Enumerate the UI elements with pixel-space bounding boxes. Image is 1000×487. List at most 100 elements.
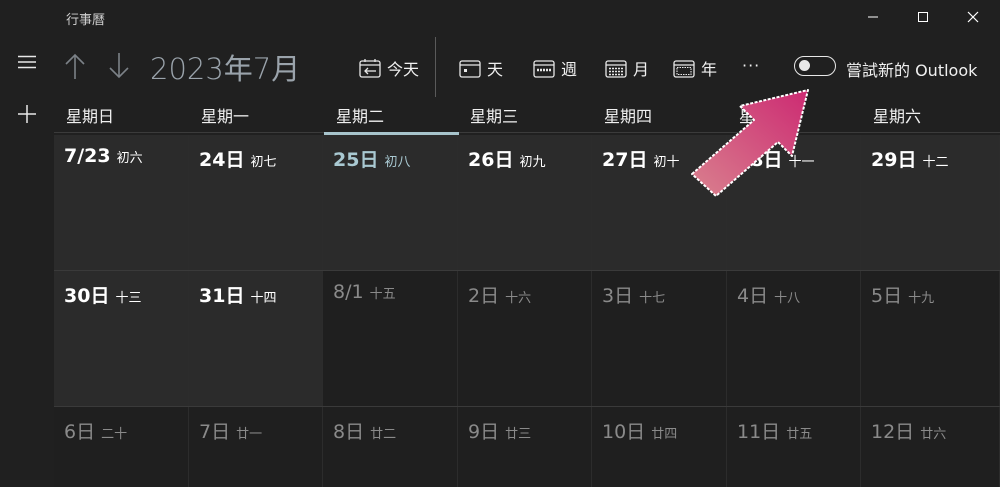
today-button[interactable]: 今天 [359,54,419,82]
month-view-label: 月 [633,60,650,79]
calendar-year-icon [673,60,695,78]
toggle-knob [799,60,810,71]
day-cell[interactable]: 29日 十二 [861,135,1000,270]
day-cell[interactable]: 6日 二十 [54,407,189,487]
left-rail [0,36,54,487]
day-cell[interactable]: 11日 廿五 [727,407,861,487]
today-label: 今天 [387,60,420,79]
toolbar-divider [435,37,436,97]
weekday-sun: 星期日 [66,107,115,126]
add-event-button[interactable] [0,90,54,138]
lunar-date: 初八 [384,155,411,170]
lunar-date: 十二 [922,155,949,170]
lunar-date: 初九 [519,155,546,170]
lunar-date: 二十 [101,427,128,442]
day-cell[interactable]: 24日 初七 [189,135,323,270]
day-date: 3日 [602,285,634,307]
day-cell[interactable]: 4日 十八 [727,271,861,406]
year-view-button[interactable]: 年 [673,54,717,82]
day-cell-today[interactable]: 25日 初八 [323,135,458,270]
day-date: 31日 [199,285,245,307]
day-cell[interactable]: 30日 十三 [54,271,189,406]
lunar-date: 初六 [116,151,143,166]
day-cell[interactable]: 7/23 初六 [54,135,189,270]
menu-button[interactable] [0,38,54,86]
day-cell[interactable]: 7日 廿一 [189,407,323,487]
day-cell[interactable]: 10日 廿四 [592,407,727,487]
week-view-button[interactable]: 週 [533,54,577,82]
maximize-icon [918,12,928,22]
lunar-date: 廿一 [236,427,263,442]
week-row: 7/23 初六 24日 初七 25日 初八 26日 初九 27日 初十 28日 十一 29日… [54,135,1000,270]
year-view-label: 年 [701,60,718,79]
weekday-thu: 星期四 [604,107,653,126]
new-outlook-label: 嘗試新的 Outlook [846,61,978,80]
weekday-tue: 星期二 [336,107,385,126]
day-cell[interactable]: 9日 廿三 [458,407,592,487]
day-date: 7日 [199,421,231,443]
lunar-date: 十一 [788,155,815,170]
previous-button[interactable] [60,48,90,84]
day-cell[interactable]: 8/1 十五 [323,271,458,406]
day-date: 10日 [602,421,646,443]
day-view-button[interactable]: 天 [459,54,503,82]
calendar-week-icon [533,60,555,78]
lunar-date: 初七 [250,155,277,170]
lunar-date: 廿二 [370,427,397,442]
day-date: 4日 [737,285,769,307]
week-row: 30日 十三 31日 十四 8/1 十五 2日 十六 3日 十七 4日 十八 5日 十九 [54,271,1000,406]
weekday-wed: 星期三 [470,107,519,126]
lunar-date: 初十 [653,155,680,170]
day-cell[interactable]: 31日 十四 [189,271,323,406]
month-title: 2023年7月 [150,52,301,86]
day-cell[interactable]: 12日 廿六 [861,407,1000,487]
new-outlook-toggle[interactable] [794,56,836,76]
month-view-button[interactable]: 月 [605,54,649,82]
day-view-label: 天 [487,60,504,79]
weekday-fri: 星期五 [739,107,788,126]
calendar-month-icon [605,60,627,78]
lunar-date: 十七 [639,291,666,306]
lunar-date: 十八 [774,291,801,306]
calendar-today-icon [359,59,381,78]
day-date: 25日 [333,149,379,171]
more-options-button[interactable]: ··· [742,56,760,75]
lunar-date: 廿四 [651,427,678,442]
day-cell[interactable]: 3日 十七 [592,271,727,406]
maximize-button[interactable] [900,0,946,34]
app-title: 行事曆 [66,13,106,28]
day-date: 8/1 [333,281,364,303]
day-cell[interactable]: 27日 初十 [592,135,727,270]
lunar-date: 廿三 [505,427,532,442]
day-date: 6日 [64,421,96,443]
lunar-date: 十九 [908,291,935,306]
next-button[interactable] [104,48,134,84]
day-date: 5日 [871,285,903,307]
minimize-button[interactable] [850,0,896,34]
week-row: 6日 二十 7日 廿一 8日 廿二 9日 廿三 10日 廿四 11日 廿五 12日 廿六 [54,407,1000,487]
day-cell[interactable]: 2日 十六 [458,271,592,406]
weekday-header: 星期日 星期一 星期二 星期三 星期四 星期五 星期六 [54,98,1000,133]
day-cell[interactable]: 8日 廿二 [323,407,458,487]
close-icon [967,11,979,23]
arrow-down-icon [109,53,129,79]
day-date: 7/23 [64,145,111,167]
day-date: 2日 [468,285,500,307]
weekday-mon: 星期一 [201,107,250,126]
close-button[interactable] [950,0,996,34]
hamburger-icon [18,55,36,69]
weekday-sat: 星期六 [873,107,922,126]
lunar-date: 十五 [369,287,396,302]
day-date: 29日 [871,149,917,171]
lunar-date: 廿五 [786,427,813,442]
arrow-up-icon [65,53,85,79]
minimize-icon [868,16,878,18]
week-view-label: 週 [561,60,578,79]
day-cell[interactable]: 26日 初九 [458,135,592,270]
day-date: 28日 [737,149,783,171]
day-date: 30日 [64,285,110,307]
day-date: 24日 [199,149,245,171]
day-cell[interactable]: 5日 十九 [861,271,1000,406]
day-cell[interactable]: 28日 十一 [727,135,861,270]
calendar-day-icon [459,60,481,78]
